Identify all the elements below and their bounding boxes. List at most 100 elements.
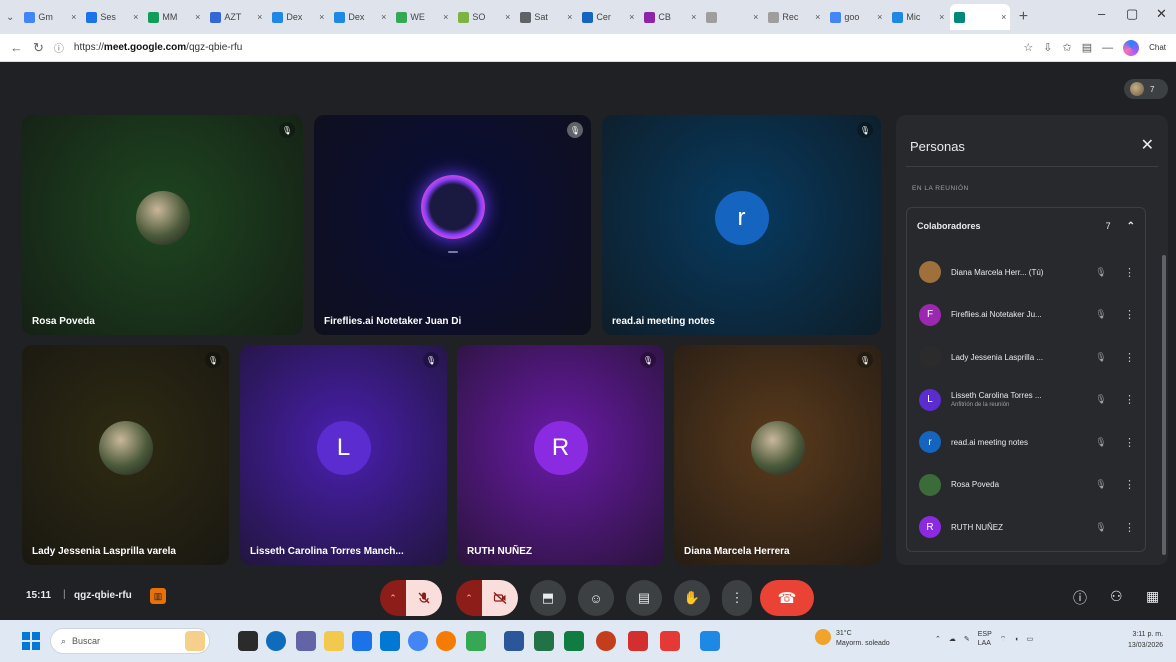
browser-tab[interactable]: Sat × (516, 4, 576, 30)
pen-icon[interactable]: ✎ (964, 635, 970, 643)
present-screen-button[interactable]: ⬒ (530, 580, 566, 616)
video-options-button[interactable]: ⌃ (456, 580, 482, 616)
more-icon[interactable]: — (1102, 42, 1113, 54)
recording-badge-icon[interactable]: ▥ (150, 588, 166, 604)
new-tab-icon[interactable]: + (1012, 8, 1034, 26)
browser-tab[interactable]: MM × (144, 4, 204, 30)
wifi-icon[interactable]: ⌔ (1000, 635, 1007, 644)
browser-tab[interactable]: CB × (640, 4, 700, 30)
file-explorer-icon[interactable] (324, 631, 344, 651)
tab-close-icon[interactable]: × (505, 12, 510, 22)
tab-close-icon[interactable]: × (753, 12, 758, 22)
tab-close-icon[interactable]: × (691, 12, 696, 22)
participant-row[interactable]: F Fireflies.ai Notetaker Ju... 🎙 ⋮ (907, 295, 1145, 335)
activities-icon[interactable]: ▦ (1146, 588, 1159, 605)
tab-close-icon[interactable]: × (815, 12, 820, 22)
tab-close-icon[interactable]: × (257, 12, 262, 22)
leave-call-button[interactable]: ☎ (760, 580, 814, 616)
participant-row[interactable]: L Lisseth Carolina Torres ... Anfitrión de… (907, 380, 1145, 420)
browser-tab[interactable]: AZT × (206, 4, 266, 30)
language-indicator[interactable]: ESP LAA (978, 630, 992, 648)
chevron-up-tray-icon[interactable]: ⌃ (935, 635, 941, 643)
copilot-icon[interactable] (1123, 39, 1140, 56)
edge-browser-icon[interactable] (266, 631, 286, 651)
maximize-icon[interactable]: ▢ (1126, 6, 1138, 22)
collections-icon[interactable]: ▤ (1082, 41, 1092, 54)
app-icon[interactable] (466, 631, 486, 651)
participants-chip[interactable]: 7 (1124, 79, 1168, 99)
battery-icon[interactable]: ▭ (1027, 635, 1034, 643)
task-view-icon[interactable] (238, 631, 258, 651)
audio-options-button[interactable]: ⌃ (380, 580, 406, 616)
more-vert-icon[interactable]: ⋮ (1124, 393, 1135, 406)
copilot-label[interactable]: Chat (1149, 43, 1166, 52)
participant-tile[interactable]: 🎙 Rosa Poveda (22, 115, 303, 335)
browser-tab[interactable]: Ses × (82, 4, 142, 30)
close-icon[interactable]: ✕ (1141, 135, 1154, 155)
participant-tile[interactable]: 🎙 Diana Marcela Herrera (674, 345, 881, 565)
collaborators-header[interactable]: Colaboradores 7 ⌃ (907, 208, 1145, 244)
people-icon[interactable]: ⚇ (1110, 588, 1123, 605)
browser-tab[interactable]: Cer × (578, 4, 638, 30)
close-window-icon[interactable]: ✕ (1156, 6, 1167, 22)
tab-close-icon[interactable]: × (381, 12, 386, 22)
site-info-icon[interactable]: ⓘ (54, 40, 64, 55)
tab-close-icon[interactable]: × (877, 12, 882, 22)
back-icon[interactable]: ← (10, 40, 23, 55)
extensions-icon[interactable]: ⇩ (1043, 41, 1052, 54)
participant-tile[interactable]: 🎙 Lady Jessenia Lasprilla varela (22, 345, 229, 565)
panel-scrollbar[interactable] (1162, 255, 1166, 555)
chrome-icon[interactable] (408, 631, 428, 651)
tab-close-icon[interactable]: × (629, 12, 634, 22)
word-icon[interactable] (504, 631, 524, 651)
acrobat-icon[interactable] (628, 631, 648, 651)
favorites-icon[interactable]: ✩ (1062, 41, 1071, 54)
browser-tab[interactable]: Dex × (268, 4, 328, 30)
tab-close-icon[interactable]: × (939, 12, 944, 22)
chevron-up-icon[interactable]: ⌃ (1127, 221, 1135, 232)
browser-tab[interactable]: Mic × (888, 4, 948, 30)
url-field[interactable]: https://meet.google.com/qgz-qbie-rfu (74, 42, 1013, 53)
start-windows-icon[interactable] (22, 632, 40, 650)
more-vert-icon[interactable]: ⋮ (1124, 521, 1135, 534)
participant-row[interactable]: R RUTH NUÑEZ 🎙 ⋮ (907, 507, 1145, 547)
participant-tile[interactable]: 🎙 Fireflies.ai Notetaker Juan Di (314, 115, 591, 335)
more-vert-icon[interactable]: ⋮ (1124, 308, 1135, 321)
camera-off-button[interactable] (482, 580, 518, 616)
reload-icon[interactable]: ↻ (33, 40, 44, 56)
tab-list-chevron-icon[interactable]: ⌄ (6, 12, 14, 23)
participant-row[interactable]: r read.ai meeting notes 🎙 ⋮ (907, 422, 1145, 462)
captions-button[interactable]: ▤ (626, 580, 662, 616)
raise-hand-button[interactable]: ✋ (674, 580, 710, 616)
onedrive-icon[interactable]: ☁ (949, 635, 956, 643)
mic-off-button[interactable] (406, 580, 442, 616)
browser-tab[interactable]: × (950, 4, 1011, 30)
weather-widget[interactable]: 31°C Mayorm. soleado (815, 629, 890, 649)
browser-tab[interactable]: WE × (392, 4, 452, 30)
tab-close-icon[interactable]: × (195, 12, 200, 22)
more-vert-icon[interactable]: ⋮ (1124, 478, 1135, 491)
browser-tab[interactable]: goo × (826, 4, 886, 30)
tab-close-icon[interactable]: × (1001, 12, 1006, 22)
photos-icon[interactable] (700, 631, 720, 651)
participant-tile[interactable]: R 🎙 RUTH NUÑEZ (457, 345, 664, 565)
browser-tab[interactable]: Rec × (764, 4, 824, 30)
browser-tab[interactable]: Dex × (330, 4, 390, 30)
more-options-button[interactable]: ⋮ (722, 580, 752, 616)
tab-close-icon[interactable]: × (133, 12, 138, 22)
browser-tab[interactable]: SO × (454, 4, 514, 30)
reactions-button[interactable]: ☺ (578, 580, 614, 616)
participant-row[interactable]: Diana Marcela Herr... (Tú) 🎙 ⋮ (907, 252, 1145, 292)
teams-icon[interactable] (296, 631, 316, 651)
more-vert-icon[interactable]: ⋮ (1124, 436, 1135, 449)
participant-row[interactable]: Rosa Poveda 🎙 ⋮ (907, 465, 1145, 505)
participant-row[interactable]: Lady Jessenia Lasprilla ... 🎙 ⋮ (907, 337, 1145, 377)
meeting-info-icon[interactable]: ⓘ (1073, 588, 1087, 608)
more-vert-icon[interactable]: ⋮ (1124, 351, 1135, 364)
taskbar-clock[interactable]: 3:11 p. m. 13/03/2026 (1128, 629, 1163, 651)
powerpoint-icon[interactable] (596, 631, 616, 651)
tab-close-icon[interactable]: × (319, 12, 324, 22)
favorite-star-icon[interactable]: ☆ (1023, 41, 1033, 54)
browser-tab[interactable]: × (702, 4, 762, 30)
excel-icon[interactable] (534, 631, 554, 651)
